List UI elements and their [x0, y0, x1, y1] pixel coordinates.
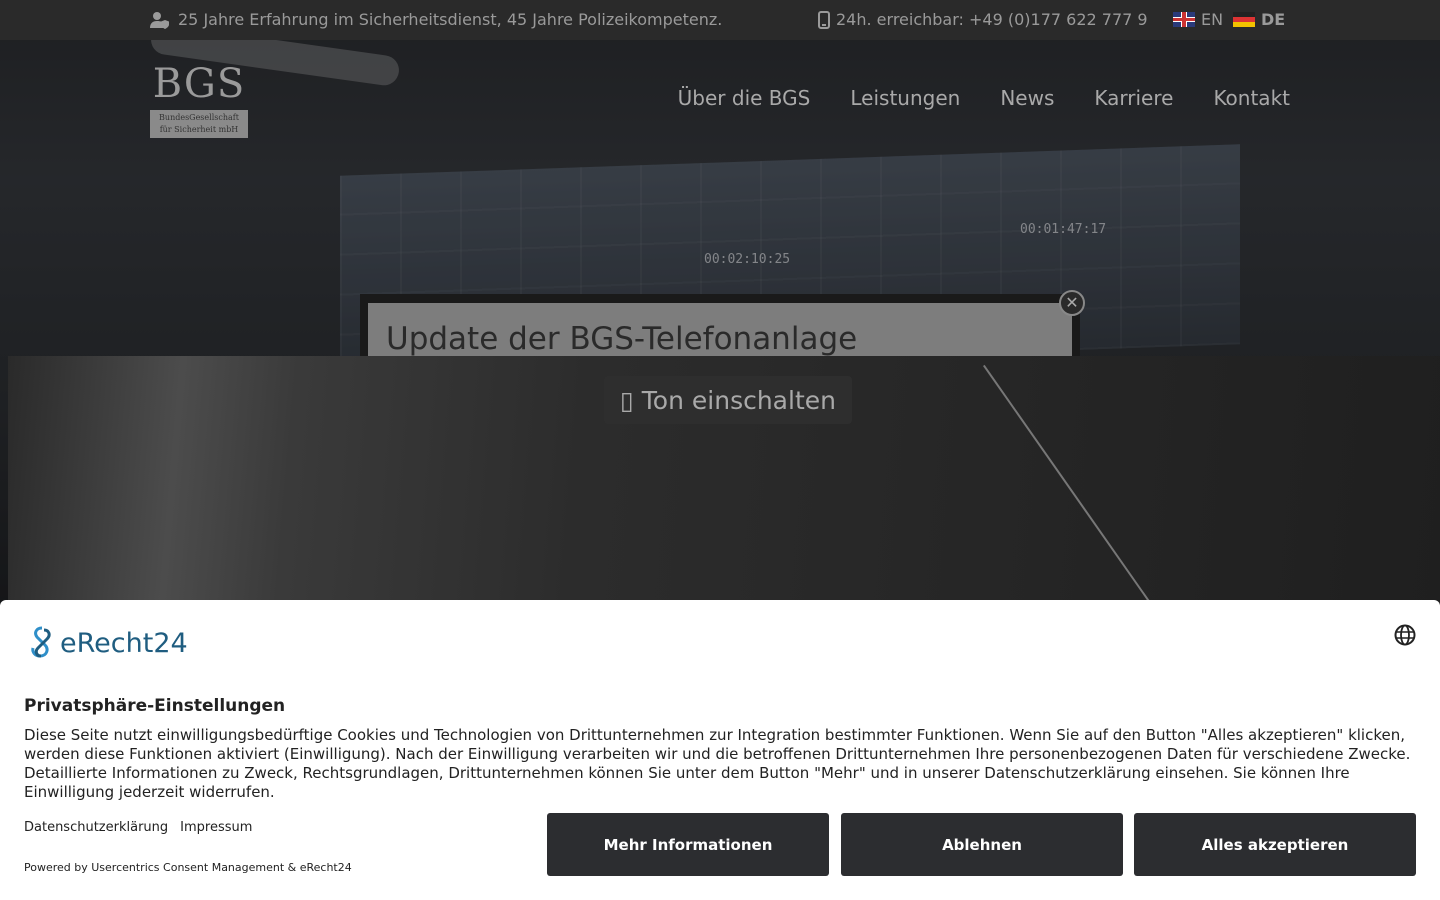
consent-heading: Privatsphäre-Einstellungen: [24, 696, 286, 716]
phone-text: 24h. erreichbar: +49 (0)177 622 777 9: [836, 10, 1148, 29]
consent-text: Diese Seite nutzt einwilligungsbedürftig…: [24, 726, 1411, 801]
privacy-policy-link[interactable]: Datenschutzerklärung: [24, 820, 168, 835]
imprint-link[interactable]: Impressum: [180, 820, 252, 835]
uk-flag-icon: [1173, 12, 1195, 27]
german-flag-icon: [1233, 12, 1255, 27]
accept-all-button[interactable]: Alles akzeptieren: [1134, 813, 1416, 876]
consent-banner: eRecht24 Privatsphäre-Einstellungen Dies…: [0, 600, 1440, 900]
top-bar: 25 Jahre Erfahrung im Sicherheitsdienst,…: [0, 0, 1440, 40]
erecht24-mark-icon: [31, 626, 51, 658]
lang-de-label: DE: [1261, 10, 1286, 29]
nav-item-about[interactable]: Über die BGS: [678, 86, 811, 110]
nav-item-career[interactable]: Karriere: [1094, 86, 1173, 110]
phone-contact[interactable]: 24h. erreichbar: +49 (0)177 622 777 9: [818, 10, 1148, 29]
erecht24-logo: eRecht24: [24, 624, 188, 662]
bgs-logo[interactable]: BGS BundesGesellschaft für Sicherheit mb…: [150, 62, 248, 140]
logo-title: BGS: [152, 61, 246, 107]
nav-item-services[interactable]: Leistungen: [850, 86, 960, 110]
popup-header: Update der BGS-Telefonanlage: [368, 303, 1072, 356]
popup-title: Update der BGS-Telefonanlage: [386, 321, 858, 356]
sound-on-label: Ton einschalten: [641, 385, 836, 415]
lang-en-label: EN: [1201, 10, 1224, 29]
brand-name: eRecht24: [60, 627, 188, 659]
consent-links: Datenschutzerklärung Impressum: [24, 820, 252, 835]
speaker-icon: ▯: [620, 385, 634, 415]
nav-item-contact[interactable]: Kontakt: [1213, 86, 1290, 110]
main-navigation: Über die BGS Leistungen News Karriere Ko…: [678, 86, 1290, 110]
nav-item-news[interactable]: News: [1000, 86, 1054, 110]
language-globe-icon[interactable]: [1394, 624, 1416, 646]
close-icon[interactable]: ✕: [1059, 290, 1085, 316]
experience-info: 25 Jahre Erfahrung im Sicherheitsdienst,…: [150, 10, 722, 29]
logo-subtitle: BundesGesellschaft für Sicherheit mbH: [150, 110, 248, 138]
sound-on-button[interactable]: ▯ Ton einschalten: [604, 376, 852, 424]
mobile-phone-icon: [818, 10, 830, 29]
lang-switch-de[interactable]: DE: [1233, 10, 1285, 29]
experience-text: 25 Jahre Erfahrung im Sicherheitsdienst,…: [178, 10, 723, 29]
decline-button[interactable]: Ablehnen: [841, 813, 1123, 876]
page: 00:02:10:25 00:01:47:17 25 Jahre Erfahru…: [0, 0, 1440, 900]
powered-by-text: Powered by Usercentrics Consent Manageme…: [24, 861, 352, 874]
video-edge-line: [983, 364, 1174, 637]
lang-switch-en[interactable]: EN: [1173, 10, 1223, 29]
more-info-button[interactable]: Mehr Informationen: [547, 813, 829, 876]
user-shield-icon: [150, 11, 169, 29]
